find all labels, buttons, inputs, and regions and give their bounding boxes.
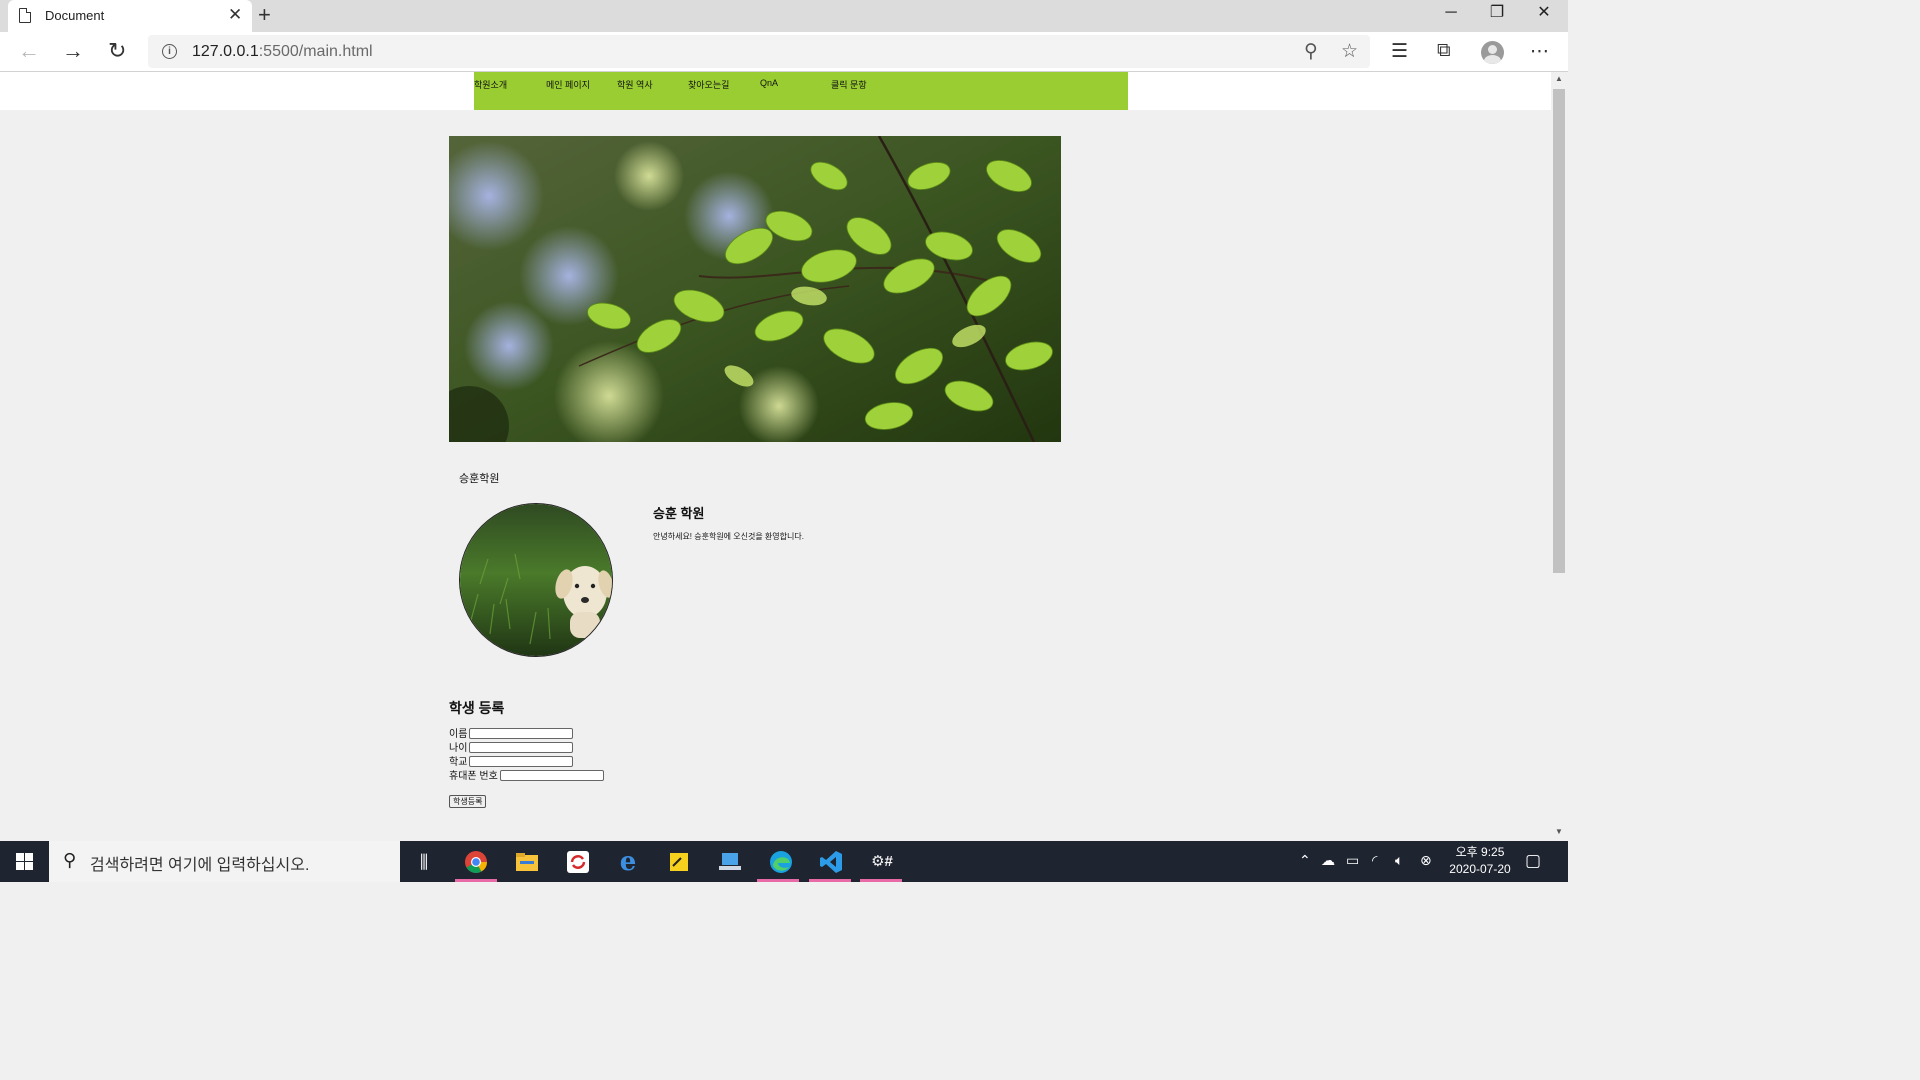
favorite-star-icon[interactable]: ☆ xyxy=(1341,40,1358,63)
scroll-up-icon[interactable]: ▲ xyxy=(1555,74,1563,83)
scroll-down-icon[interactable]: ▼ xyxy=(1555,827,1563,836)
vscode-icon[interactable] xyxy=(817,848,845,876)
minimize-icon[interactable]: ─ xyxy=(1428,2,1474,24)
phone-label: 휴대폰 번호 xyxy=(449,771,498,782)
more-options-icon[interactable]: ⋯ xyxy=(1530,40,1549,63)
page-viewport: 학원소개 메인 페이지 학원 역사 찾아오는길 QnA 클릭 문항 승훈학원 승… xyxy=(0,72,1551,841)
edge-icon[interactable] xyxy=(767,848,795,876)
intro-title: 승훈 학원 xyxy=(653,506,705,521)
sticky-notes-logo xyxy=(670,853,688,871)
school-label: 학교 xyxy=(449,757,468,768)
top-nav-bar: 학원소개 메인 페이지 학원 역사 찾아오는길 QnA 클릭 문항 xyxy=(474,72,1128,110)
volume-icon[interactable]: 🔈︎ xyxy=(1395,852,1403,869)
wifi-icon[interactable]: ◜ xyxy=(1372,852,1377,869)
chrome-logo xyxy=(465,851,487,873)
internet-explorer-icon[interactable]: e xyxy=(614,848,642,876)
battery-icon[interactable]: ▭ xyxy=(1346,852,1359,869)
forward-arrow-icon[interactable]: → xyxy=(62,38,84,64)
laptop-logo xyxy=(719,853,741,870)
tab-title: Document xyxy=(45,8,105,23)
name-input[interactable] xyxy=(469,728,574,739)
document-icon xyxy=(19,8,31,23)
url-path: :5500/main.html xyxy=(258,43,373,60)
nav-item-qna[interactable]: QnA xyxy=(760,78,778,88)
clock-time: 오후 9:25 xyxy=(1455,845,1505,859)
nav-item-click[interactable]: 클릭 문항 xyxy=(831,78,867,91)
tray-expand-icon[interactable]: ⌃ xyxy=(1299,852,1311,869)
info-icon[interactable]: i xyxy=(162,44,177,59)
laptop-app-icon[interactable] xyxy=(716,848,744,876)
nav-item-history[interactable]: 학원 역사 xyxy=(617,78,653,91)
vscode-logo xyxy=(820,851,842,873)
restore-icon[interactable]: ❐ xyxy=(1474,2,1520,24)
tab-close-button[interactable]: ✕ xyxy=(228,5,242,25)
file-explorer-icon[interactable] xyxy=(513,848,541,876)
page-scrollbar[interactable]: ▲ ▼ xyxy=(1551,72,1568,841)
scroll-thumb[interactable] xyxy=(1553,89,1565,573)
windows-logo-icon xyxy=(16,853,33,870)
registration-form-title: 학생 등록 xyxy=(449,700,505,716)
sync-app-icon[interactable] xyxy=(564,848,592,876)
age-label: 나이 xyxy=(449,743,468,754)
task-view-icon[interactable]: ⫼ xyxy=(410,848,438,876)
favorites-list-icon[interactable]: ☰ xyxy=(1391,40,1408,63)
register-student-button[interactable]: 학생등록 xyxy=(449,795,487,808)
nav-item-about[interactable]: 학원소개 xyxy=(474,78,507,91)
taskbar-clock[interactable]: 오후 9:25 2020-07-20 xyxy=(1440,844,1520,878)
phone-input[interactable] xyxy=(499,770,604,781)
windows-taskbar: ⚲ 검색하려면 여기에 입력하십시오. ⫼ e ⚙# ⌃ ☁ ▭ ◜ 🔈︎ ⊗ … xyxy=(0,841,1568,882)
school-row: 학교 xyxy=(449,756,574,770)
onedrive-icon[interactable]: ☁ xyxy=(1321,852,1335,869)
mute-status-icon[interactable]: ⊗ xyxy=(1420,852,1432,869)
school-input[interactable] xyxy=(469,756,574,767)
new-tab-button[interactable]: + xyxy=(258,3,271,27)
puppy-illustration xyxy=(460,504,612,656)
search-placeholder: 검색하려면 여기에 입력하십시오. xyxy=(90,857,310,874)
url-text[interactable]: 127.0.0.1:5500/main.html xyxy=(192,43,373,61)
search-icon: ⚲ xyxy=(63,850,77,870)
edge-active-indicator xyxy=(757,879,799,882)
clock-date: 2020-07-20 xyxy=(1449,862,1511,876)
browser-titlebar: Document ✕ + ─ ❐ ✕ xyxy=(0,0,1568,32)
name-row: 이름 xyxy=(449,728,574,742)
name-label: 이름 xyxy=(449,729,468,740)
start-button[interactable] xyxy=(0,841,49,882)
vscode-active-indicator xyxy=(809,879,851,882)
csharp-active-indicator xyxy=(860,879,902,882)
puppy-photo xyxy=(459,503,613,657)
chrome-icon[interactable] xyxy=(462,848,490,876)
age-input[interactable] xyxy=(469,742,574,753)
url-host: 127.0.0.1 xyxy=(192,43,259,60)
notification-center-icon[interactable]: ▢ xyxy=(1525,851,1541,871)
collections-icon[interactable]: ⧉ xyxy=(1437,40,1451,62)
browser-tab[interactable]: Document ✕ xyxy=(8,0,252,32)
nav-item-location[interactable]: 찾아오는길 xyxy=(688,78,729,91)
site-name: 승훈학원 xyxy=(459,473,500,485)
taskbar-search-box[interactable]: ⚲ 검색하려면 여기에 입력하십시오. xyxy=(49,841,400,882)
profile-avatar-icon[interactable] xyxy=(1481,41,1504,64)
refresh-icon[interactable]: ↻ xyxy=(108,38,126,64)
leaves-illustration xyxy=(449,136,1061,442)
browser-toolbar: ← → ↻ i 127.0.0.1:5500/main.html ⚲ ☆ ☰ ⧉… xyxy=(0,32,1568,72)
back-arrow-icon[interactable]: ← xyxy=(18,38,40,64)
sticky-notes-icon[interactable] xyxy=(665,848,693,876)
edge-logo xyxy=(770,851,792,873)
intro-text: 안녕하세요! 승훈학원에 오신것을 환영합니다. xyxy=(653,532,804,541)
zoom-icon[interactable]: ⚲ xyxy=(1304,40,1318,63)
address-bar[interactable]: i 127.0.0.1:5500/main.html ⚲ ☆ xyxy=(148,35,1370,68)
age-row: 나이 xyxy=(449,742,574,756)
phone-row: 휴대폰 번호 xyxy=(449,770,604,784)
sync-logo xyxy=(567,851,589,873)
window-close-icon[interactable]: ✕ xyxy=(1521,2,1567,24)
csharp-app-icon[interactable]: ⚙# xyxy=(868,848,896,876)
hero-leaves-image xyxy=(449,136,1061,442)
chrome-active-indicator xyxy=(455,879,497,882)
nav-item-main[interactable]: 메인 페이지 xyxy=(546,78,590,91)
folder-logo xyxy=(516,853,538,871)
